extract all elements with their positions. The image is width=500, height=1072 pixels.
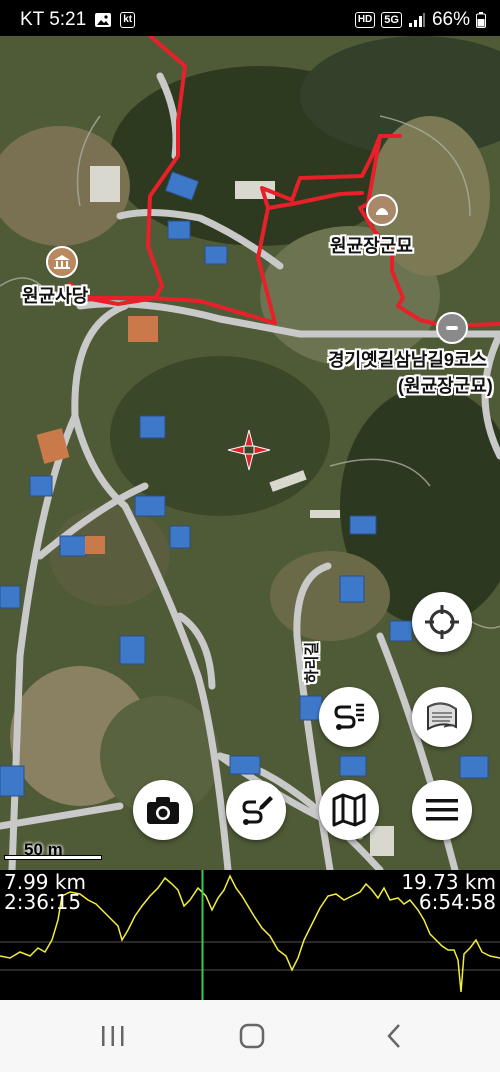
route-list-icon bbox=[334, 703, 364, 730]
hd-badge: HD bbox=[354, 12, 376, 28]
draw-route-button[interactable] bbox=[226, 780, 286, 840]
battery-percent: 66% bbox=[431, 9, 470, 30]
tomb-poi-icon[interactable] bbox=[366, 194, 398, 226]
current-distance: 7.99 km bbox=[4, 870, 86, 894]
hamburger-menu-icon bbox=[426, 799, 458, 821]
recents-button[interactable] bbox=[93, 1018, 133, 1054]
road-label: 하리길 bbox=[303, 641, 321, 684]
map-button[interactable] bbox=[319, 780, 379, 840]
map-icon bbox=[332, 793, 366, 827]
back-icon bbox=[387, 1024, 400, 1048]
battery-icon bbox=[476, 12, 486, 28]
home-button[interactable] bbox=[232, 1018, 272, 1054]
system-nav-bar bbox=[0, 1000, 500, 1072]
locate-button[interactable] bbox=[412, 592, 472, 652]
scale-bar: 50 m bbox=[4, 840, 102, 860]
satellite-map[interactable]: 원균장군묘 원균사당 경기옛길삼남길9코스 (원균장군묘) 하리길 50 m bbox=[0, 36, 500, 870]
route-list-button[interactable] bbox=[319, 687, 379, 747]
trail-label-line2: (원균장군묘) bbox=[398, 376, 493, 396]
shrine-poi-icon[interactable] bbox=[46, 246, 78, 278]
back-button[interactable] bbox=[374, 1018, 414, 1054]
carrier-time: KT 5:21 bbox=[20, 9, 87, 30]
kt-badge: kt bbox=[120, 12, 136, 28]
trail-waypoint-icon[interactable] bbox=[436, 312, 468, 344]
route-edit-icon bbox=[242, 796, 273, 825]
network-badge: 5G bbox=[381, 12, 402, 28]
crosshair-target-icon bbox=[425, 605, 459, 639]
trail-label-line1: 경기옛길삼남길9코스 bbox=[328, 350, 488, 370]
total-time: 6:54:58 bbox=[418, 890, 496, 914]
image-icon bbox=[95, 13, 112, 27]
map-layers-button[interactable] bbox=[412, 687, 472, 747]
menu-button[interactable] bbox=[412, 780, 472, 840]
elevation-profile[interactable]: 7.99 km 2:36:15 19.73 km 6:54:58 bbox=[0, 870, 500, 1000]
shrine-label: 원균사당 bbox=[22, 286, 89, 306]
map-imagery bbox=[0, 36, 500, 870]
camera-icon bbox=[147, 797, 179, 824]
recents-icon bbox=[102, 1026, 124, 1046]
current-time: 2:36:15 bbox=[4, 890, 82, 914]
total-distance: 19.73 km bbox=[401, 870, 496, 894]
signal-icon bbox=[408, 13, 425, 27]
layers-icon bbox=[427, 702, 457, 731]
tomb-label: 원균장군묘 bbox=[330, 236, 413, 256]
home-icon bbox=[239, 1023, 265, 1049]
status-bar: KT 5:21 kt HD 5G 66% bbox=[0, 0, 500, 36]
camera-button[interactable] bbox=[133, 780, 193, 840]
